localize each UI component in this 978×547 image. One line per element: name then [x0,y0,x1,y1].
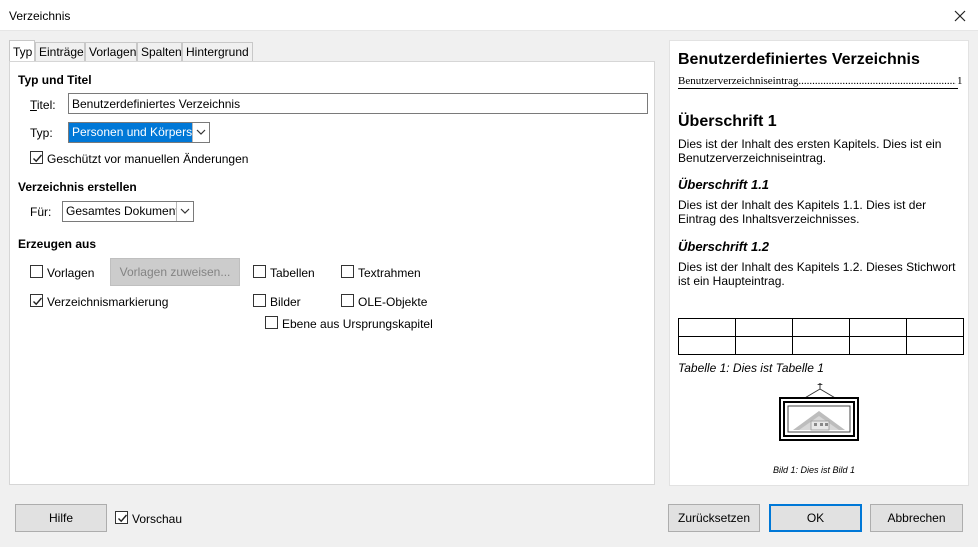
preview-paragraph-1-1: Dies ist der Inhalt des Kapitels 1.1. Di… [678,198,927,226]
preview-toc-entry: Benutzerverzeichniseintrag..............… [678,75,963,87]
tab-typ[interactable]: Typ [9,40,35,62]
preview-entry-page: 1 [956,75,963,87]
level-from-source-label[interactable]: Ebene aus Ursprungskapitel [282,317,433,331]
preview-divider [678,88,958,89]
tables-label[interactable]: Tabellen [270,266,315,280]
preview-checkbox[interactable] [115,511,128,524]
ok-button[interactable]: OK [769,504,862,532]
preview-image-caption: Bild 1: Dies ist Bild 1 [773,465,856,475]
window-title: Verzeichnis [9,9,71,23]
index-marks-label[interactable]: Verzeichnismarkierung [47,295,168,309]
reset-button-label: Zurücksetzen [677,511,751,525]
checkmark-icon [118,514,128,523]
protected-label[interactable]: Geschützt vor manuellen Änderungen [47,152,248,166]
title-label-text: itel: [36,98,56,112]
framed-picture-icon [779,383,861,446]
checkmark-icon [33,154,43,163]
preview-heading-1: Überschrift 1 [678,113,777,130]
chevron-down-icon [192,123,209,142]
text-frames-label[interactable]: Textrahmen [358,266,421,280]
tab-vorlagen[interactable]: Vorlagen [85,42,137,61]
tab-hintergrund[interactable]: Hintergrund [182,42,253,61]
preview-heading-1-2: Überschrift 1.2 [678,239,770,254]
tables-checkbox[interactable] [253,265,266,278]
preview-table-caption: Tabelle 1: Dies ist Tabelle 1 [678,361,824,375]
title-bar: Verzeichnis [0,0,978,31]
title-input[interactable]: Benutzerdefiniertes Verzeichnis [68,93,648,114]
for-select-value: Gesamtes Dokument [66,204,176,218]
title-label: Titel: [30,98,56,112]
text-frames-checkbox[interactable] [341,265,354,278]
type-select[interactable]: Personen und Körperschaften [68,122,210,143]
preview-pane: Benutzerdefiniertes Verzeichnis Benutzer… [669,40,969,486]
graphics-label[interactable]: Bilder [270,295,301,309]
assign-styles-button[interactable]: Vorlagen zuweisen... [110,258,240,286]
preview-paragraph-1: Dies ist der Inhalt des ersten Kapitels.… [678,137,942,165]
tab-spalten[interactable]: Spalten [137,42,182,61]
type-label: Typ: [30,126,53,140]
close-icon [954,10,966,22]
close-button[interactable] [948,4,972,28]
help-button-label: Hilfe [48,511,73,525]
preview-entry-text: Benutzerverzeichniseintrag [678,75,799,87]
type-select-value: Personen und Körperschaften [69,123,192,142]
for-label: Für: [30,205,52,219]
preview-table [678,318,964,355]
preview-label[interactable]: Vorschau [132,512,182,526]
help-button[interactable]: Hilfe [15,504,107,532]
ole-checkbox[interactable] [341,294,354,307]
level-from-source-checkbox[interactable] [265,316,278,329]
cancel-button-label: Abbrechen [887,511,946,525]
type-label-text: Typ: [30,126,53,140]
section-heading-create: Verzeichnis erstellen [18,180,137,194]
protected-checkbox[interactable] [30,151,43,164]
chevron-down-icon [176,202,193,221]
graphics-checkbox[interactable] [253,294,266,307]
for-select[interactable]: Gesamtes Dokument [62,201,194,222]
preview-title: Benutzerdefiniertes Verzeichnis [678,51,920,68]
preview-paragraph-1-2: Dies ist der Inhalt des Kapitels 1.2. Di… [678,260,956,288]
styles-checkbox[interactable] [30,265,43,278]
checkmark-icon [33,297,43,306]
styles-label[interactable]: Vorlagen [47,266,94,280]
tab-eintraege[interactable]: Einträge [35,42,85,61]
preview-heading-1-1: Überschrift 1.1 [678,177,770,192]
reset-button[interactable]: Zurücksetzen [668,504,760,532]
cancel-button[interactable]: Abbrechen [870,504,963,532]
ole-label[interactable]: OLE-Objekte [358,295,427,309]
index-marks-checkbox[interactable] [30,294,43,307]
ok-button-label: OK [806,511,825,525]
section-heading-generate: Erzeugen aus [18,237,97,251]
section-heading-type-title: Typ und Titel [18,73,92,87]
